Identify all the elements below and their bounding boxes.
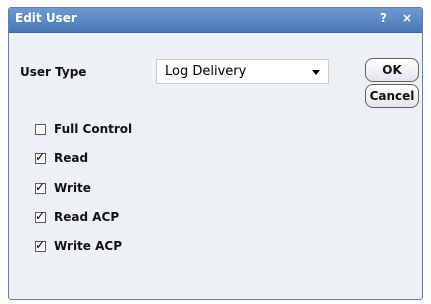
write-checkbox[interactable]: ✓ — [35, 179, 46, 194]
dialog-title: Edit User — [15, 11, 77, 25]
title-bar: Edit User ? × — [9, 8, 422, 33]
chevron-down-icon — [312, 70, 320, 75]
close-icon[interactable]: × — [402, 11, 412, 25]
permission-write-acp[interactable]: ✓ Write ACP — [35, 238, 122, 254]
permission-full-control[interactable]: Full Control — [35, 121, 132, 137]
full-control-label: Full Control — [54, 122, 133, 136]
write-label: Write — [54, 181, 91, 195]
user-type-selected-value: Log Delivery — [165, 64, 247, 79]
permission-read[interactable]: ✓ Read — [35, 150, 88, 166]
user-type-select[interactable]: Log Delivery — [156, 59, 329, 84]
read-label: Read — [54, 151, 89, 165]
cancel-button[interactable]: Cancel — [365, 84, 419, 108]
write-acp-checkbox[interactable]: ✓ — [35, 237, 46, 252]
read-acp-checkbox[interactable]: ✓ — [35, 208, 46, 223]
read-acp-label: Read ACP — [54, 210, 120, 224]
write-acp-label: Write ACP — [54, 239, 122, 253]
full-control-checkbox[interactable] — [35, 123, 46, 135]
check-mark-icon: ✓ — [35, 237, 46, 252]
check-mark-icon: ✓ — [35, 179, 46, 194]
read-checkbox[interactable]: ✓ — [35, 149, 46, 164]
permission-read-acp[interactable]: ✓ Read ACP — [35, 209, 119, 225]
check-mark-icon: ✓ — [35, 208, 46, 223]
check-mark-icon: ✓ — [35, 149, 46, 164]
user-type-label: User Type — [20, 65, 87, 79]
permission-write[interactable]: ✓ Write — [35, 180, 91, 196]
edit-user-dialog: Edit User ? × User Type Log Delivery OK … — [8, 7, 423, 300]
help-icon[interactable]: ? — [380, 11, 387, 25]
ok-button[interactable]: OK — [365, 58, 419, 82]
